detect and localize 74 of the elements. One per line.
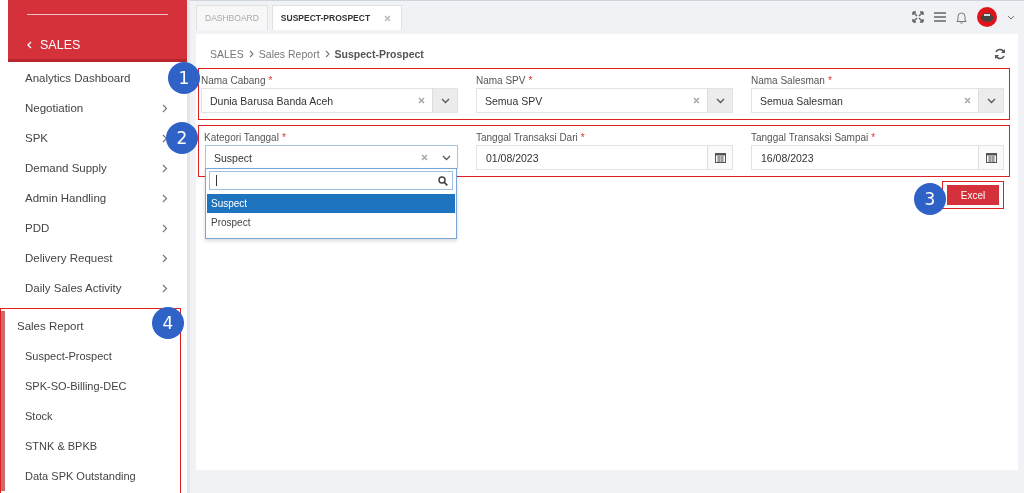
- date-field[interactable]: 01/08/2023: [476, 145, 733, 170]
- clear-icon[interactable]: [418, 97, 425, 104]
- calendar-icon: [985, 152, 997, 163]
- menu-item[interactable]: Negotiation: [8, 93, 168, 123]
- menu-item[interactable]: Sales Report: [5, 311, 90, 341]
- chevron-right-icon: [162, 283, 168, 293]
- required-mark: *: [268, 75, 273, 86]
- select-field[interactable]: Semua SPV: [476, 88, 733, 113]
- callout-number: 4: [152, 307, 184, 339]
- menu-item[interactable]: PDD: [8, 213, 168, 243]
- submenu-item[interactable]: Suspect-Prospect: [5, 341, 180, 371]
- bell-icon[interactable]: [956, 10, 967, 24]
- field-label: Tanggal Transaksi Sampai: [751, 132, 869, 143]
- field-label: Kategori Tanggal: [204, 132, 279, 143]
- select-field[interactable]: Dunia Barusa Banda Aceh: [201, 88, 458, 113]
- submenu-item[interactable]: STNK & BPKB: [5, 431, 180, 461]
- dropdown-option[interactable]: Suspect: [207, 194, 455, 213]
- chevron-right-icon: [162, 253, 168, 263]
- callout-number: 1: [168, 62, 200, 94]
- submenu-item[interactable]: Data SPK Outstanding: [5, 461, 180, 491]
- avatar[interactable]: [977, 7, 997, 27]
- submenu-item[interactable]: Stock: [5, 401, 180, 431]
- required-mark: *: [580, 132, 585, 143]
- excel-button[interactable]: Excel: [947, 185, 999, 205]
- field-label: Nama Salesman: [751, 75, 825, 86]
- required-mark: *: [528, 75, 533, 86]
- chevron-down-icon[interactable]: [1007, 14, 1015, 20]
- callout-number: 3: [914, 183, 946, 215]
- fullscreen-icon[interactable]: [912, 11, 924, 23]
- field-label: Nama Cabang: [201, 75, 266, 86]
- menu-item[interactable]: Delivery Request: [8, 243, 168, 273]
- back-link[interactable]: SALES: [27, 38, 81, 52]
- search-icon: [438, 175, 448, 186]
- breadcrumb-item[interactable]: SALES: [210, 48, 244, 60]
- chevron-down-icon[interactable]: [986, 97, 996, 104]
- chevron-down-icon[interactable]: [441, 154, 451, 161]
- chevron-right-icon: [324, 50, 330, 58]
- tab[interactable]: SUSPECT-PROSPECT: [271, 5, 403, 30]
- chevron-down-icon[interactable]: [715, 97, 725, 104]
- field-label: Tanggal Transaksi Dari: [476, 132, 578, 143]
- menu-item[interactable]: Daily Sales Activity: [8, 273, 168, 303]
- calendar-button[interactable]: [978, 146, 1003, 169]
- car-icon: [980, 12, 994, 22]
- dropdown-option[interactable]: Prospect: [207, 213, 455, 232]
- menu-item[interactable]: SPK: [8, 123, 168, 153]
- chevron-right-icon: [162, 163, 168, 173]
- calendar-button[interactable]: [707, 146, 732, 169]
- date-field[interactable]: 16/08/2023: [751, 145, 1004, 170]
- calendar-icon: [714, 152, 726, 163]
- search-field[interactable]: [209, 171, 453, 190]
- callout-number: 2: [166, 122, 198, 154]
- field-label: Nama SPV: [476, 75, 526, 86]
- chevron-down-icon[interactable]: [440, 97, 450, 104]
- select-field[interactable]: Semua Salesman: [751, 88, 1004, 113]
- menu-item[interactable]: Demand Supply: [8, 153, 168, 183]
- refresh-icon[interactable]: [994, 48, 1006, 60]
- chevron-right-icon: [248, 50, 254, 58]
- required-mark: *: [871, 132, 876, 143]
- required-mark: *: [281, 132, 286, 143]
- chevron-right-icon: [162, 223, 168, 233]
- chevron-right-icon: [162, 193, 168, 203]
- breadcrumb-item: Suspect-Prospect: [334, 48, 424, 60]
- submenu-item[interactable]: SPK-SO-Billing-DEC: [5, 371, 180, 401]
- clear-icon[interactable]: [964, 97, 971, 104]
- clear-icon[interactable]: [693, 97, 700, 104]
- chevron-left-icon: [27, 41, 32, 49]
- menu-item[interactable]: Analytics Dashboard: [8, 63, 168, 93]
- clear-icon[interactable]: [421, 154, 428, 161]
- chevron-right-icon: [162, 103, 168, 113]
- menu-icon[interactable]: [934, 12, 946, 22]
- menu-item[interactable]: Admin Handling: [8, 183, 168, 213]
- breadcrumb-item[interactable]: Sales Report: [258, 48, 320, 60]
- chevron-right-icon: [162, 133, 168, 143]
- required-mark: *: [827, 75, 832, 86]
